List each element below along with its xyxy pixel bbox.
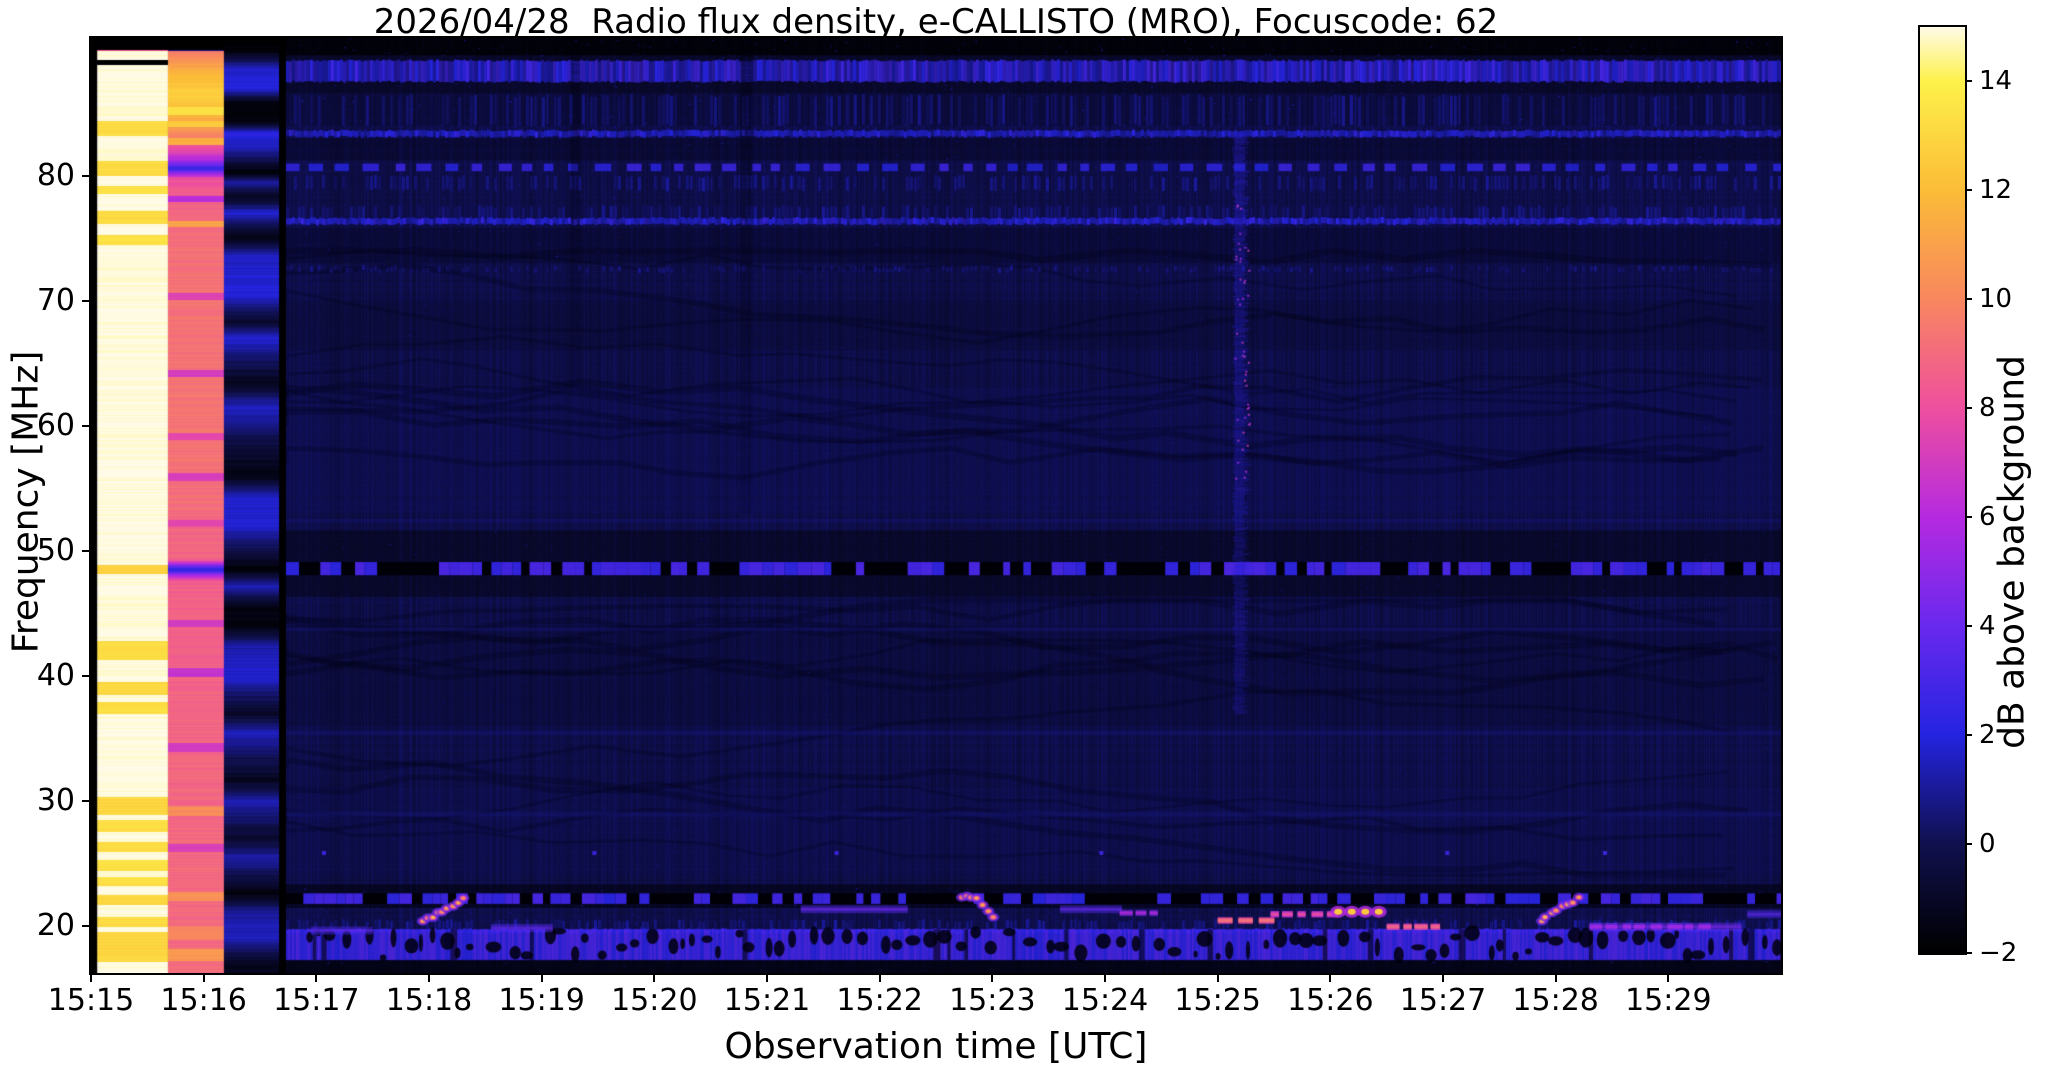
colorbar-tick-mark (1965, 407, 1972, 410)
colorbar-tick-mark (1965, 625, 1972, 628)
x-tick-label: 15:15 (47, 983, 135, 1018)
y-tick-mark (82, 299, 91, 302)
x-tick-mark (1442, 973, 1444, 982)
colorbar-tick-mark (1965, 843, 1972, 846)
colorbar-tick-label: 6 (1979, 502, 1996, 533)
y-tick-label: 30 (36, 782, 75, 818)
x-tick-label: 15:25 (1174, 983, 1261, 1018)
spectrogram-figure: 2026/04/28 Radio flux density, e-CALLIST… (0, 0, 2047, 1067)
x-tick-label: 15:16 (160, 983, 247, 1018)
x-axis-label: Observation time [UTC] (724, 1026, 1148, 1067)
colorbar (1918, 25, 1967, 955)
colorbar-tick-mark (1965, 952, 1972, 954)
y-tick-mark (82, 924, 91, 927)
x-tick-mark (428, 973, 430, 982)
x-tick-mark (653, 973, 656, 982)
y-tick-label: 60 (36, 407, 75, 443)
y-tick-label: 70 (36, 282, 75, 318)
x-tick-mark (1554, 973, 1557, 982)
y-tick-mark (82, 549, 91, 552)
y-tick-mark (82, 674, 91, 677)
colorbar-tick-label: 14 (1979, 66, 2013, 97)
spectrogram-canvas (91, 38, 1781, 973)
y-axis-label: Frequency [MHz] (5, 350, 47, 654)
x-tick-label: 15:29 (1625, 983, 1712, 1018)
x-tick-label: 15:27 (1399, 983, 1487, 1018)
colorbar-tick-label: 0 (1979, 829, 1996, 860)
x-tick-mark (878, 973, 881, 982)
x-tick-label: 15:19 (498, 983, 585, 1018)
x-tick-label: 15:22 (836, 983, 923, 1018)
x-tick-mark (202, 973, 205, 982)
y-tick-label: 40 (36, 657, 75, 693)
y-tick-label: 20 (36, 907, 75, 943)
x-tick-label: 15:18 (385, 983, 473, 1018)
x-tick-label: 15:21 (723, 983, 811, 1018)
x-tick-mark (1329, 973, 1332, 982)
x-tick-mark (90, 973, 92, 982)
x-tick-mark (766, 973, 768, 982)
x-tick-mark (991, 973, 994, 982)
x-tick-label: 15:17 (273, 983, 360, 1018)
y-tick-mark (82, 424, 91, 427)
x-tick-mark (540, 973, 543, 982)
x-tick-mark (1104, 973, 1106, 982)
colorbar-tick-label: 2 (1979, 720, 1996, 751)
colorbar-tick-mark (1965, 516, 1972, 519)
colorbar-tick-mark (1965, 189, 1972, 192)
colorbar-tick-mark (1965, 80, 1972, 83)
y-tick-mark (82, 799, 91, 802)
colorbar-label: dB above background (1991, 355, 2033, 749)
x-tick-label: 15:20 (611, 983, 698, 1018)
x-tick-mark (315, 973, 318, 982)
colorbar-tick-mark (1965, 298, 1972, 301)
x-tick-mark (1216, 973, 1219, 982)
x-tick-label: 15:24 (1061, 983, 1149, 1018)
colorbar-tick-label: 8 (1979, 393, 1996, 424)
y-tick-label: 80 (36, 157, 75, 193)
colorbar-tick-label: −2 (1979, 938, 2018, 968)
colorbar-tick-label: 4 (1979, 611, 1996, 642)
colorbar-tick-mark (1965, 734, 1972, 737)
x-tick-label: 15:28 (1512, 983, 1599, 1018)
x-tick-mark (1667, 973, 1670, 982)
x-tick-label: 15:26 (1287, 983, 1374, 1018)
y-tick-mark (82, 174, 91, 177)
plot-area (89, 36, 1783, 975)
colorbar-tick-label: 10 (1979, 284, 2013, 315)
x-tick-label: 15:23 (949, 983, 1036, 1018)
y-tick-label: 50 (36, 532, 75, 568)
colorbar-tick-label: 12 (1979, 175, 2013, 206)
